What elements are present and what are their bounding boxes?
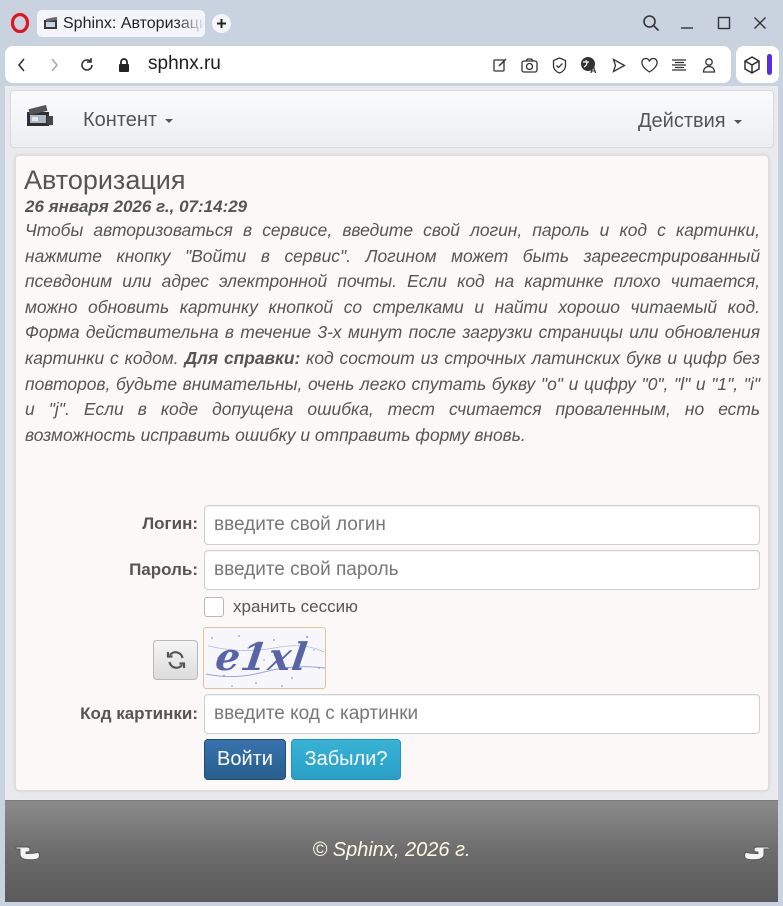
favorites-button[interactable]	[639, 55, 659, 75]
datetime-stamp: 26 января 2026 г., 07:14:29	[25, 197, 248, 216]
translate-button[interactable]: A	[579, 55, 599, 75]
captcha-image: e1xl	[203, 627, 326, 689]
remember-session-checkbox[interactable]	[204, 597, 224, 617]
captcha-code-label: Код картинки:	[80, 704, 198, 723]
content-menu-label: Контент	[83, 109, 158, 131]
refresh-arrows-icon	[166, 651, 185, 669]
secure-connection-button[interactable]	[114, 55, 134, 75]
extensions-area	[736, 46, 779, 83]
back-arrow-icon	[17, 58, 25, 72]
close-window-button[interactable]	[749, 12, 771, 34]
search-icon	[643, 15, 660, 32]
description-text: Чтобы авторизоваться в сервисе, введите …	[25, 220, 760, 368]
sphinx-favicon-icon	[44, 16, 58, 29]
send-icon	[612, 57, 626, 73]
translate-icon: A	[581, 57, 597, 74]
login-input[interactable]	[204, 505, 760, 545]
browser-tab-bar: Sphinx: Авторизация	[0, 0, 783, 46]
edit-icon	[493, 58, 507, 72]
ad-blocker-button[interactable]	[549, 55, 569, 75]
search-tabs-button[interactable]	[640, 12, 662, 34]
browser-tab[interactable]: Sphinx: Авторизация	[37, 10, 205, 37]
actions-menu-label: Действия	[638, 110, 726, 132]
page-footer: © Sphinx, 2026 г.	[5, 800, 778, 902]
tab-menu-button[interactable]	[669, 55, 689, 75]
captcha-code-input[interactable]	[204, 694, 760, 734]
send-button[interactable]	[609, 55, 629, 75]
auth-description: Чтобы авторизоваться в сервисе, введите …	[25, 218, 760, 448]
password-label: Пароль:	[129, 560, 198, 579]
opera-logo-icon[interactable]	[11, 13, 29, 33]
back-button[interactable]	[12, 55, 32, 75]
caret-down-icon	[165, 118, 174, 123]
new-tab-button[interactable]	[212, 14, 231, 33]
password-input[interactable]	[204, 550, 760, 590]
sphinx-logo-icon[interactable]	[26, 105, 54, 129]
remember-session-label[interactable]: хранить сессию	[233, 597, 358, 617]
sidebar-indicator[interactable]	[767, 54, 772, 75]
camera-icon	[520, 57, 538, 73]
reload-button[interactable]	[77, 55, 97, 75]
url-text[interactable]: sphnx.ru	[148, 53, 221, 75]
forward-arrow-icon	[51, 58, 59, 72]
actions-menu[interactable]: Действия	[638, 110, 742, 133]
plus-icon	[217, 19, 226, 28]
heart-icon	[640, 57, 658, 73]
auth-panel: Авторизация 26 января 2026 г., 07:14:29 …	[15, 155, 769, 791]
content-menu[interactable]: Контент	[83, 109, 174, 132]
close-icon	[754, 17, 766, 29]
minimize-button[interactable]	[676, 12, 698, 34]
footer-copyright: © Sphinx, 2026 г.	[312, 839, 471, 861]
caret-down-icon	[733, 119, 742, 124]
svg-text:A: A	[590, 65, 597, 74]
edit-page-button[interactable]	[490, 55, 510, 75]
minimize-icon	[681, 27, 693, 29]
forward-button[interactable]	[44, 55, 64, 75]
snapshot-button[interactable]	[519, 55, 539, 75]
maximize-icon	[717, 16, 731, 30]
login-label: Логин:	[142, 514, 198, 533]
maximize-button[interactable]	[713, 12, 735, 34]
captcha-code-text: e1xl	[212, 634, 311, 679]
list-icon	[672, 59, 686, 71]
tab-title: Sphinx: Авторизация	[63, 14, 205, 32]
profile-button[interactable]	[699, 55, 719, 75]
page-viewport: Контент Действия Авторизация 26 января 2…	[5, 86, 778, 902]
address-bar: sphnx.ru A	[5, 46, 731, 83]
description-note-heading: Для справки:	[184, 347, 301, 368]
lock-icon	[119, 58, 129, 72]
user-icon	[702, 58, 716, 73]
page-title: Авторизация	[24, 165, 186, 195]
hand-pointer-right-icon[interactable]	[743, 839, 769, 861]
site-navbar: Контент Действия	[10, 90, 774, 148]
login-submit-button[interactable]: Войти	[204, 739, 286, 780]
refresh-captcha-button[interactable]	[153, 640, 198, 680]
forgot-password-button[interactable]: Забыли?	[291, 739, 401, 780]
reload-icon	[81, 58, 93, 71]
extensions-cube-icon[interactable]	[742, 55, 762, 75]
shield-icon	[552, 56, 566, 74]
